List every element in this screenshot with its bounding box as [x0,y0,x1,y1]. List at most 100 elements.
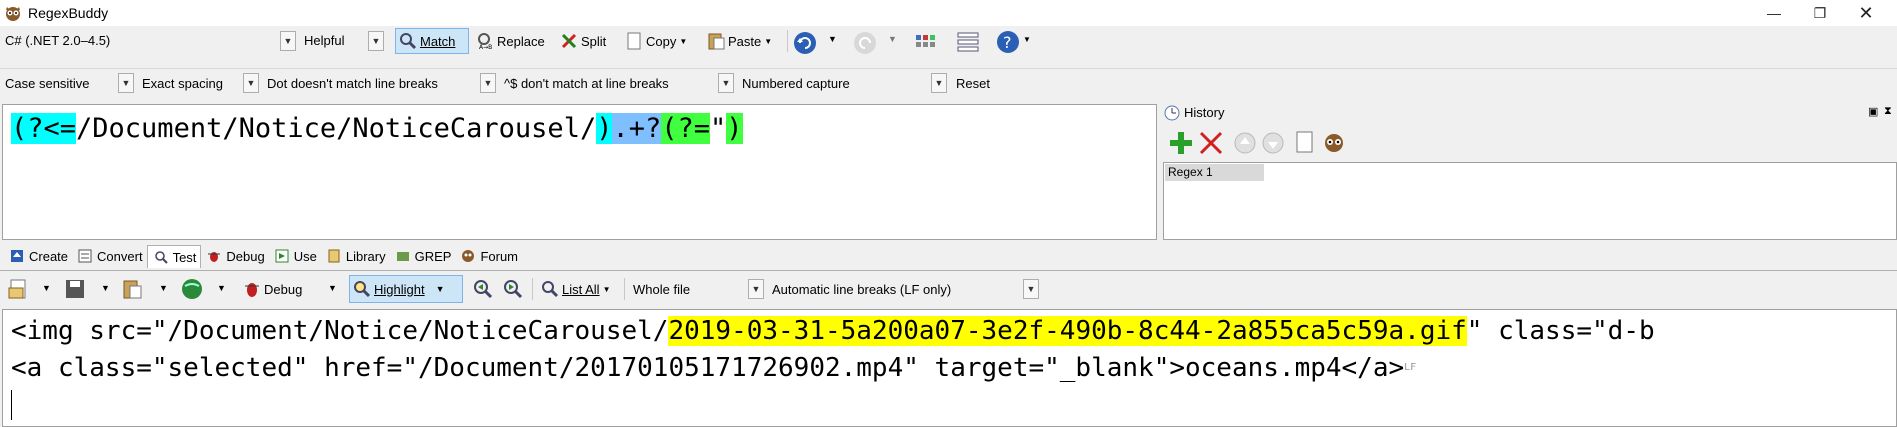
separator [532,278,533,300]
chevron-down-icon[interactable]: ▼ [480,73,496,93]
tab-use[interactable]: Use [269,245,321,267]
clock-icon [1164,105,1180,121]
chevron-down-icon[interactable]: ▼ [368,31,384,51]
magnifier-icon [152,248,170,266]
anchors-option[interactable]: ^$ don't match at line breaks [504,76,669,91]
replace-button[interactable]: A→B Replace [473,28,548,54]
line-break-marker: LF [1404,362,1417,373]
pin-icon[interactable]: ⧗ [1884,105,1892,118]
case-option[interactable]: Case sensitive [5,76,90,91]
move-down-icon[interactable] [1262,132,1284,154]
next-match-icon[interactable] [502,278,524,300]
regex-editor[interactable]: (?<=/Document/Notice/NoticeCarousel/).+?… [2,104,1157,240]
split-icon [560,32,578,50]
window-title: RegexBuddy [28,5,109,21]
separator [787,30,788,52]
history-item[interactable]: Regex 1 [1165,164,1264,181]
tab-create[interactable]: Create [4,245,72,267]
split-button[interactable]: Split [557,28,609,54]
tab-grep[interactable]: GREP [390,245,456,267]
text-cursor [11,390,12,420]
save-icon[interactable] [64,278,86,300]
chevron-down-icon[interactable]: ▼ [828,34,837,44]
open-file-icon[interactable] [8,278,30,300]
history-title: History [1184,105,1225,120]
document-icon[interactable] [1294,130,1316,154]
list-layout-icon[interactable] [956,30,980,54]
svg-text:?: ? [1003,33,1012,52]
regex-token: .+? [612,113,662,144]
magnifier-icon [353,280,371,298]
line-break-select[interactable]: Automatic line breaks (LF only) [772,282,951,297]
undo-icon[interactable] [793,31,817,55]
chevron-down-icon[interactable]: ▼ [42,283,51,293]
reset-button[interactable]: Reset [956,76,990,91]
capture-option[interactable]: Numbered capture [742,76,850,91]
add-icon[interactable] [1168,130,1194,156]
copy-button[interactable]: Copy ▼ [622,28,690,54]
tab-convert[interactable]: Convert [72,245,147,267]
test-subject-editor[interactable]: <img src="/Document/Notice/NoticeCarouse… [2,309,1897,427]
chevron-down-icon[interactable]: ▼ [931,73,947,93]
replace-icon: A→B [476,32,494,50]
chevron-down-icon[interactable]: ▼ [280,31,296,51]
chevron-down-icon[interactable]: ▼ [436,284,445,294]
clipboard-icon [707,32,725,50]
forum-icon [459,247,477,265]
previous-match-icon[interactable] [472,278,494,300]
chevron-down-icon[interactable]: ▼ [101,283,110,293]
globe-icon[interactable] [180,277,204,301]
panel-options-icon[interactable]: ▣ [1868,105,1878,118]
chevron-down-icon[interactable]: ▼ [718,73,734,93]
chevron-down-icon[interactable]: ▼ [217,283,226,293]
chevron-down-icon[interactable]: ▼ [1023,35,1031,44]
owl-icon[interactable] [1322,130,1346,154]
help-icon[interactable]: ? [996,30,1020,54]
create-icon [8,247,26,265]
regex-token: " [710,113,727,144]
chevron-down-icon[interactable]: ▼ [243,73,259,93]
paste-button[interactable]: Paste ▼ [704,28,775,54]
clipboard-icon[interactable] [122,278,144,300]
highlight-button[interactable]: Highlight ▼ [349,275,463,303]
chevron-down-icon[interactable]: ▼ [328,283,337,293]
debug-button[interactable]: Debug [240,276,305,302]
restore-icon[interactable]: ❐ [1797,0,1843,26]
flavor-select[interactable]: C# (.NET 2.0–4.5) [5,33,110,48]
delete-icon[interactable] [1198,130,1224,156]
history-panel: History ▣ ⧗ Regex 1 [1162,102,1897,240]
tab-forum[interactable]: Forum [455,245,522,267]
chevron-down-icon[interactable]: ▼ [159,283,168,293]
scope-select[interactable]: Whole file [633,282,690,297]
magnifier-icon [541,280,559,298]
regex-token: /Document/Notice/NoticeCarousel/ [76,113,597,144]
chevron-down-icon[interactable]: ▼ [1023,279,1039,299]
bug-icon [205,247,223,265]
tab-test[interactable]: Test [146,245,202,268]
chevron-down-icon[interactable]: ▼ [748,279,764,299]
minimize-icon[interactable]: — [1751,0,1797,26]
document-icon [625,32,643,50]
list-all-button[interactable]: List All ▼ [538,276,614,302]
move-up-icon[interactable] [1234,132,1256,154]
chevron-down-icon[interactable]: ▼ [118,73,134,93]
close-icon[interactable]: ✕ [1843,0,1889,26]
spacing-option[interactable]: Exact spacing [142,76,223,91]
redo-icon[interactable] [853,31,877,55]
grid-icon[interactable] [915,32,939,50]
test-line-1[interactable]: <img src="/Document/Notice/NoticeCarouse… [11,315,1655,347]
grep-icon [394,247,412,265]
match-button[interactable]: Match [395,28,469,54]
test-line-2[interactable]: <a class="selected" href="/Document/2017… [11,352,1416,384]
dot-option[interactable]: Dot doesn't match line breaks [267,76,438,91]
regex-text[interactable]: (?<=/Document/Notice/NoticeCarousel/).+?… [11,111,743,147]
helpful-select[interactable]: Helpful [304,33,344,48]
history-list: Regex 1 [1163,162,1897,240]
regex-token: ) [726,113,743,144]
tab-debug[interactable]: Debug [201,245,268,267]
tab-library[interactable]: Library [321,245,390,267]
chevron-down-icon[interactable]: ▼ [888,34,897,44]
svg-text:A→B: A→B [479,44,492,50]
options-toolbar: Case sensitive ▼ Exact spacing ▼ Dot doe… [0,68,1897,99]
main-toolbar: C# (.NET 2.0–4.5) ▼ Helpful ▼ Match A→B … [0,26,1897,56]
